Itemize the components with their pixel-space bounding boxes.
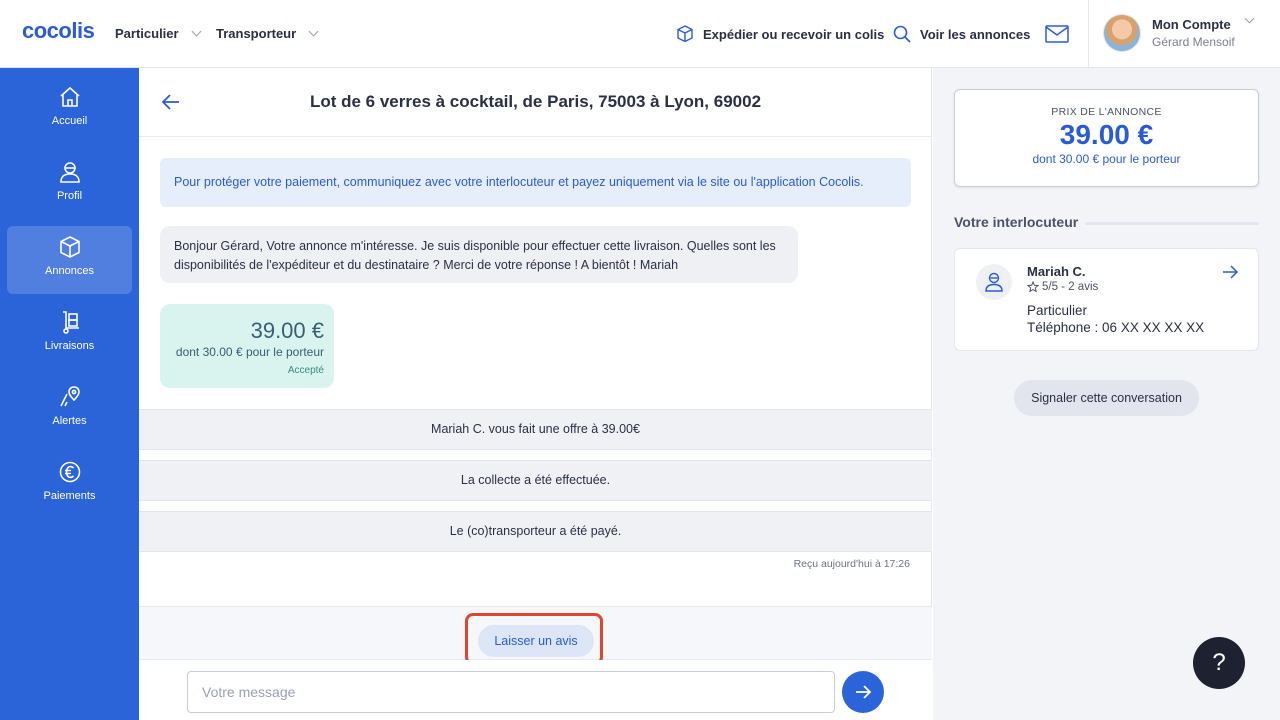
divider <box>1085 222 1259 225</box>
sidebar-item-label: Accueil <box>51 115 88 127</box>
sidebar-item-accueil[interactable]: Accueil <box>7 76 132 144</box>
cocolis-logo[interactable]: cocolis <box>22 18 95 44</box>
sidebar-item-profil[interactable]: Profil <box>7 151 132 219</box>
sidebar-item-alertes[interactable]: Alertes <box>7 376 132 444</box>
sidebar-item-label: Alertes <box>52 415 87 427</box>
parcel-icon <box>677 25 693 43</box>
leave-review-button[interactable]: Laisser un avis <box>478 625 594 657</box>
price-detail: dont 30.00 € pour le porteur <box>1032 152 1181 166</box>
message-composer <box>139 660 932 720</box>
avatar[interactable] <box>1103 14 1141 52</box>
message-bubble: Bonjour Gérard, Votre annonce m'intéress… <box>160 226 798 283</box>
sidebar-item-label: Livraisons <box>44 340 95 352</box>
offer-price: 39.00 € <box>250 318 324 343</box>
delivery-icon <box>62 311 79 334</box>
chevron-down-icon <box>191 26 202 37</box>
conversation-header: Lot de 6 verres à cocktail, de Paris, 75… <box>139 68 932 137</box>
details-panel: PRIX DE L'ANNONCE 39.00 € dont 30.00 € p… <box>933 68 1280 720</box>
box-icon <box>59 236 80 258</box>
received-timestamp: Reçu aujourd'hui à 17:26 <box>793 558 910 570</box>
nav-transporteur-label: Transporteur <box>216 26 297 41</box>
account-name: Gérard Mensoif <box>1152 35 1235 49</box>
contact-name: Mariah C. <box>1027 264 1086 279</box>
nav-particulier[interactable]: Particulier <box>115 26 202 41</box>
security-notice: Pour protéger votre paiement, communique… <box>160 158 911 207</box>
arrow-right-icon[interactable] <box>1221 263 1239 281</box>
event-row: Mariah C. vous fait une offre à 39.00€ <box>139 409 932 450</box>
message-input[interactable] <box>187 671 835 713</box>
send-button[interactable] <box>842 671 884 713</box>
home-icon <box>59 86 80 107</box>
star-icon <box>1027 281 1039 293</box>
review-zone: Laisser un avis <box>139 606 932 665</box>
offer-detail: dont 30.00 € pour le porteur <box>175 345 324 359</box>
nav-particulier-label: Particulier <box>115 26 179 41</box>
contact-rating: 5/5 - 2 avis <box>1027 281 1098 293</box>
user-icon <box>985 272 1003 292</box>
sidebar-item-label: Paiements <box>43 490 96 502</box>
offer-card: 39.00 € dont 30.00 € pour le porteur Acc… <box>160 304 334 388</box>
contact-phone: Téléphone : 06 XX XX XX XX <box>1027 320 1205 335</box>
page-title: Lot de 6 verres à cocktail, de Paris, 75… <box>309 92 762 111</box>
sidebar-item-label: Annonces <box>45 265 94 277</box>
event-row: La collecte a été effectuée. <box>139 460 932 501</box>
section-title: Votre interlocuteur <box>954 214 1079 230</box>
price-card: PRIX DE L'ANNONCE 39.00 € dont 30.00 € p… <box>954 89 1259 187</box>
conversation-panel: Lot de 6 verres à cocktail, de Paris, 75… <box>139 68 932 720</box>
euro-icon <box>59 461 80 483</box>
sidebar-item-paiements[interactable]: Paiements <box>7 451 132 519</box>
sidebar-item-livraisons[interactable]: Livraisons <box>7 301 132 369</box>
sidebar-item-label: Profil <box>56 190 83 202</box>
contact-rating-text: 5/5 - 2 avis <box>1042 281 1099 293</box>
event-row: Le (co)transporteur a été payé. <box>139 511 932 552</box>
sidebar-item-annonces[interactable]: Annonces <box>7 226 132 294</box>
search-icon <box>893 25 911 43</box>
help-button[interactable]: ? <box>1193 637 1245 689</box>
ship-parcel-label: Expédier ou recevoir un colis <box>703 26 885 42</box>
report-conversation-button[interactable]: Signaler cette conversation <box>1014 380 1199 416</box>
chevron-down-icon[interactable] <box>1244 13 1255 24</box>
contact-type: Particulier <box>1027 303 1088 318</box>
offer-status: Accepté <box>287 365 324 376</box>
divider <box>1088 0 1089 68</box>
pin-icon <box>59 386 80 407</box>
avatar <box>976 264 1012 300</box>
price-value: 39.00 € <box>1059 119 1154 150</box>
contact-card[interactable]: Mariah C. 5/5 - 2 avis Particulier Télép… <box>954 248 1259 351</box>
ship-parcel-link[interactable]: Expédier ou recevoir un colis <box>675 24 884 44</box>
nav-transporteur[interactable]: Transporteur <box>216 26 319 41</box>
user-icon <box>59 162 80 183</box>
highlight-frame: Laisser un avis <box>465 613 603 665</box>
account-title[interactable]: Mon Compte <box>1152 17 1231 32</box>
sidebar: Accueil Profil Annonces Livraisons Alert… <box>0 68 139 720</box>
view-ads-link[interactable]: Voir les annonces <box>892 24 1030 44</box>
view-ads-label: Voir les annonces <box>920 26 1031 42</box>
top-bar: cocolis Particulier Transporteur Expédie… <box>0 0 1280 68</box>
arrow-right-icon <box>856 685 872 699</box>
price-label: PRIX DE L'ANNONCE <box>1051 106 1162 118</box>
chevron-down-icon <box>308 26 319 37</box>
mail-icon[interactable] <box>1045 25 1069 43</box>
